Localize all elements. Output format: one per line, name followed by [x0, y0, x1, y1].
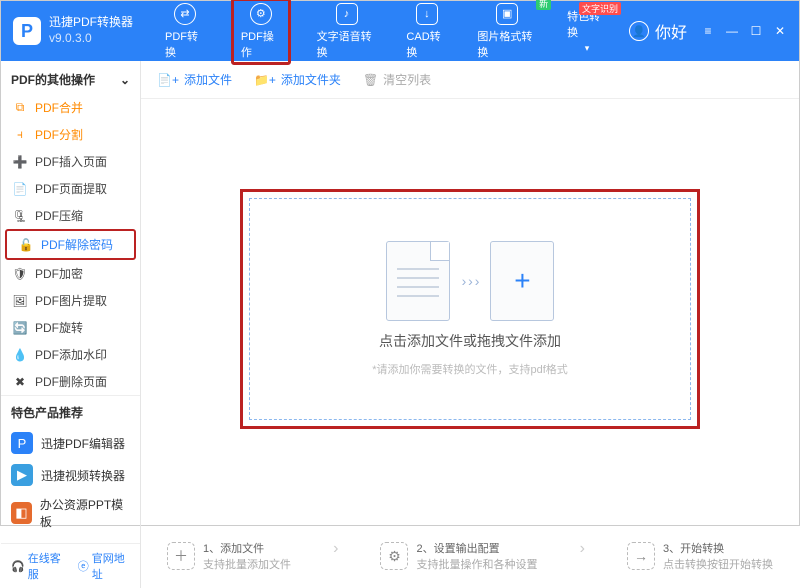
steps: ＋1、添加文件支持批量添加文件 › ⚙2、设置输出配置支持批量操作和各种设置 ›…: [141, 528, 799, 588]
chevron-down-icon: ▾: [585, 43, 590, 54]
gear-step-icon: ⚙: [380, 542, 408, 570]
menu-icon[interactable]: ≡: [701, 24, 715, 38]
item-icon: 🗜: [13, 209, 27, 223]
audio-icon: ♪: [336, 3, 358, 25]
item-icon: 📄: [13, 182, 27, 196]
play-step-icon: →: [627, 542, 655, 570]
item-icon: 🖼: [13, 294, 27, 308]
sidebar-item-5[interactable]: 🔓PDF解除密码: [5, 229, 136, 260]
user-area[interactable]: 👤 你好: [629, 19, 687, 43]
sidebar-item-7[interactable]: 🖼PDF图片提取: [1, 287, 140, 314]
sidebar-item-10[interactable]: ✖PDF删除页面: [1, 368, 140, 395]
top-nav: ⇄PDF转换 ⚙PDF操作 ♪文字语音转换 ↓CAD转换 ▣图片格式转换新 特色…: [161, 0, 611, 65]
item-icon: 🔓: [19, 238, 33, 252]
item-icon: ⧉: [13, 101, 27, 115]
sidebar: PDF的其他操作⌄ ⧉PDF合并⫞PDF分割➕PDF插入页面📄PDF页面提取🗜P…: [1, 61, 141, 588]
rec-item-0[interactable]: P迅捷PDF编辑器: [11, 427, 130, 459]
sidebar-item-8[interactable]: 🔄PDF旋转: [1, 314, 140, 341]
image-icon: ▣: [496, 3, 518, 25]
sidebar-item-4[interactable]: 🗜PDF压缩: [1, 202, 140, 229]
logo: P 迅捷PDF转换器 v9.0.3.0: [13, 15, 133, 46]
arrows-icon: › › ›: [462, 273, 479, 289]
rec-title: 特色产品推荐: [11, 404, 130, 427]
app-version: v9.0.3.0: [49, 31, 133, 47]
sidebar-item-2[interactable]: ➕PDF插入页面: [1, 148, 140, 175]
rec-icon: ◧: [11, 502, 32, 524]
dropzone-title: 点击添加文件或拖拽文件添加: [379, 331, 561, 351]
rec-icon: ▶: [11, 464, 33, 486]
operate-icon: ⚙: [250, 3, 272, 25]
ocr-badge: 文字识别: [579, 2, 621, 15]
file-plus-icon: 📄+: [157, 73, 179, 87]
logo-icon: P: [13, 17, 41, 45]
add-file-button[interactable]: 📄+添加文件: [157, 71, 232, 88]
cad-icon: ↓: [416, 3, 438, 25]
clear-list-button[interactable]: 🗑清空列表: [363, 71, 431, 88]
add-step-icon: ＋: [167, 542, 195, 570]
dropzone[interactable]: › › › + 点击添加文件或拖拽文件添加 *请添加你需要转换的文件，支持pdf…: [240, 189, 700, 429]
globe-icon: ⓔ: [78, 558, 89, 574]
nav-pdf-operate[interactable]: ⚙PDF操作: [231, 0, 291, 65]
item-icon: ✖: [13, 375, 27, 389]
new-badge: 新: [536, 0, 551, 10]
nav-image[interactable]: ▣图片格式转换新: [473, 1, 541, 62]
dropzone-sub: *请添加你需要转换的文件，支持pdf格式: [372, 361, 568, 377]
add-folder-button[interactable]: 📁+添加文件夹: [254, 71, 341, 88]
nav-special[interactable]: 特色转换▾文字识别: [563, 6, 611, 56]
sidebar-item-1[interactable]: ⫞PDF分割: [1, 121, 140, 148]
nav-tts[interactable]: ♪文字语音转换: [313, 1, 381, 62]
nav-cad[interactable]: ↓CAD转换: [402, 1, 451, 62]
rec-item-1[interactable]: ▶迅捷视频转换器: [11, 459, 130, 491]
plus-icon: +: [490, 241, 554, 321]
sidebar-item-3[interactable]: 📄PDF页面提取: [1, 175, 140, 202]
app-name: 迅捷PDF转换器: [49, 15, 133, 31]
sidebar-item-9[interactable]: 💧PDF添加水印: [1, 341, 140, 368]
step-3: →3、开始转换点击转换按钮开始转换: [627, 540, 773, 572]
step-1: ＋1、添加文件支持批量添加文件: [167, 540, 291, 572]
rec-icon: P: [11, 432, 33, 454]
sidebar-section-title[interactable]: PDF的其他操作⌄: [1, 61, 140, 94]
sidebar-item-6[interactable]: 🛡PDF加密: [1, 260, 140, 287]
main-panel: 📄+添加文件 📁+添加文件夹 🗑清空列表 › › › + 点击添加文件或拖拽文件…: [141, 61, 799, 588]
headset-icon: 🎧: [11, 560, 25, 573]
convert-icon: ⇄: [174, 3, 196, 25]
item-icon: 🔄: [13, 321, 27, 335]
maximize-button[interactable]: ☐: [749, 24, 763, 38]
folder-plus-icon: 📁+: [254, 73, 276, 87]
chevron-right-icon: ›: [333, 540, 338, 572]
minimize-button[interactable]: —: [725, 24, 739, 38]
item-icon: 🛡: [13, 267, 27, 281]
sidebar-item-0[interactable]: ⧉PDF合并: [1, 94, 140, 121]
item-icon: ⫞: [13, 128, 27, 142]
window-controls: ≡ — ☐ ✕: [701, 24, 787, 38]
step-2: ⚙2、设置输出配置支持批量操作和各种设置: [380, 540, 537, 572]
chevron-right-icon: ›: [580, 540, 585, 572]
site-link[interactable]: ⓔ官网地址: [78, 550, 130, 582]
item-icon: ➕: [13, 155, 27, 169]
rec-item-2[interactable]: ◧办公资源PPT模板: [11, 491, 130, 535]
trash-icon: 🗑: [363, 73, 378, 87]
file-icon: [386, 241, 450, 321]
item-icon: 💧: [13, 348, 27, 362]
nav-pdf-convert[interactable]: ⇄PDF转换: [161, 1, 209, 62]
app-header: P 迅捷PDF转换器 v9.0.3.0 ⇄PDF转换 ⚙PDF操作 ♪文字语音转…: [1, 1, 799, 61]
chevron-down-icon: ⌄: [120, 73, 130, 87]
close-button[interactable]: ✕: [773, 24, 787, 38]
user-icon: 👤: [629, 21, 649, 41]
support-link[interactable]: 🎧在线客服: [11, 550, 66, 582]
